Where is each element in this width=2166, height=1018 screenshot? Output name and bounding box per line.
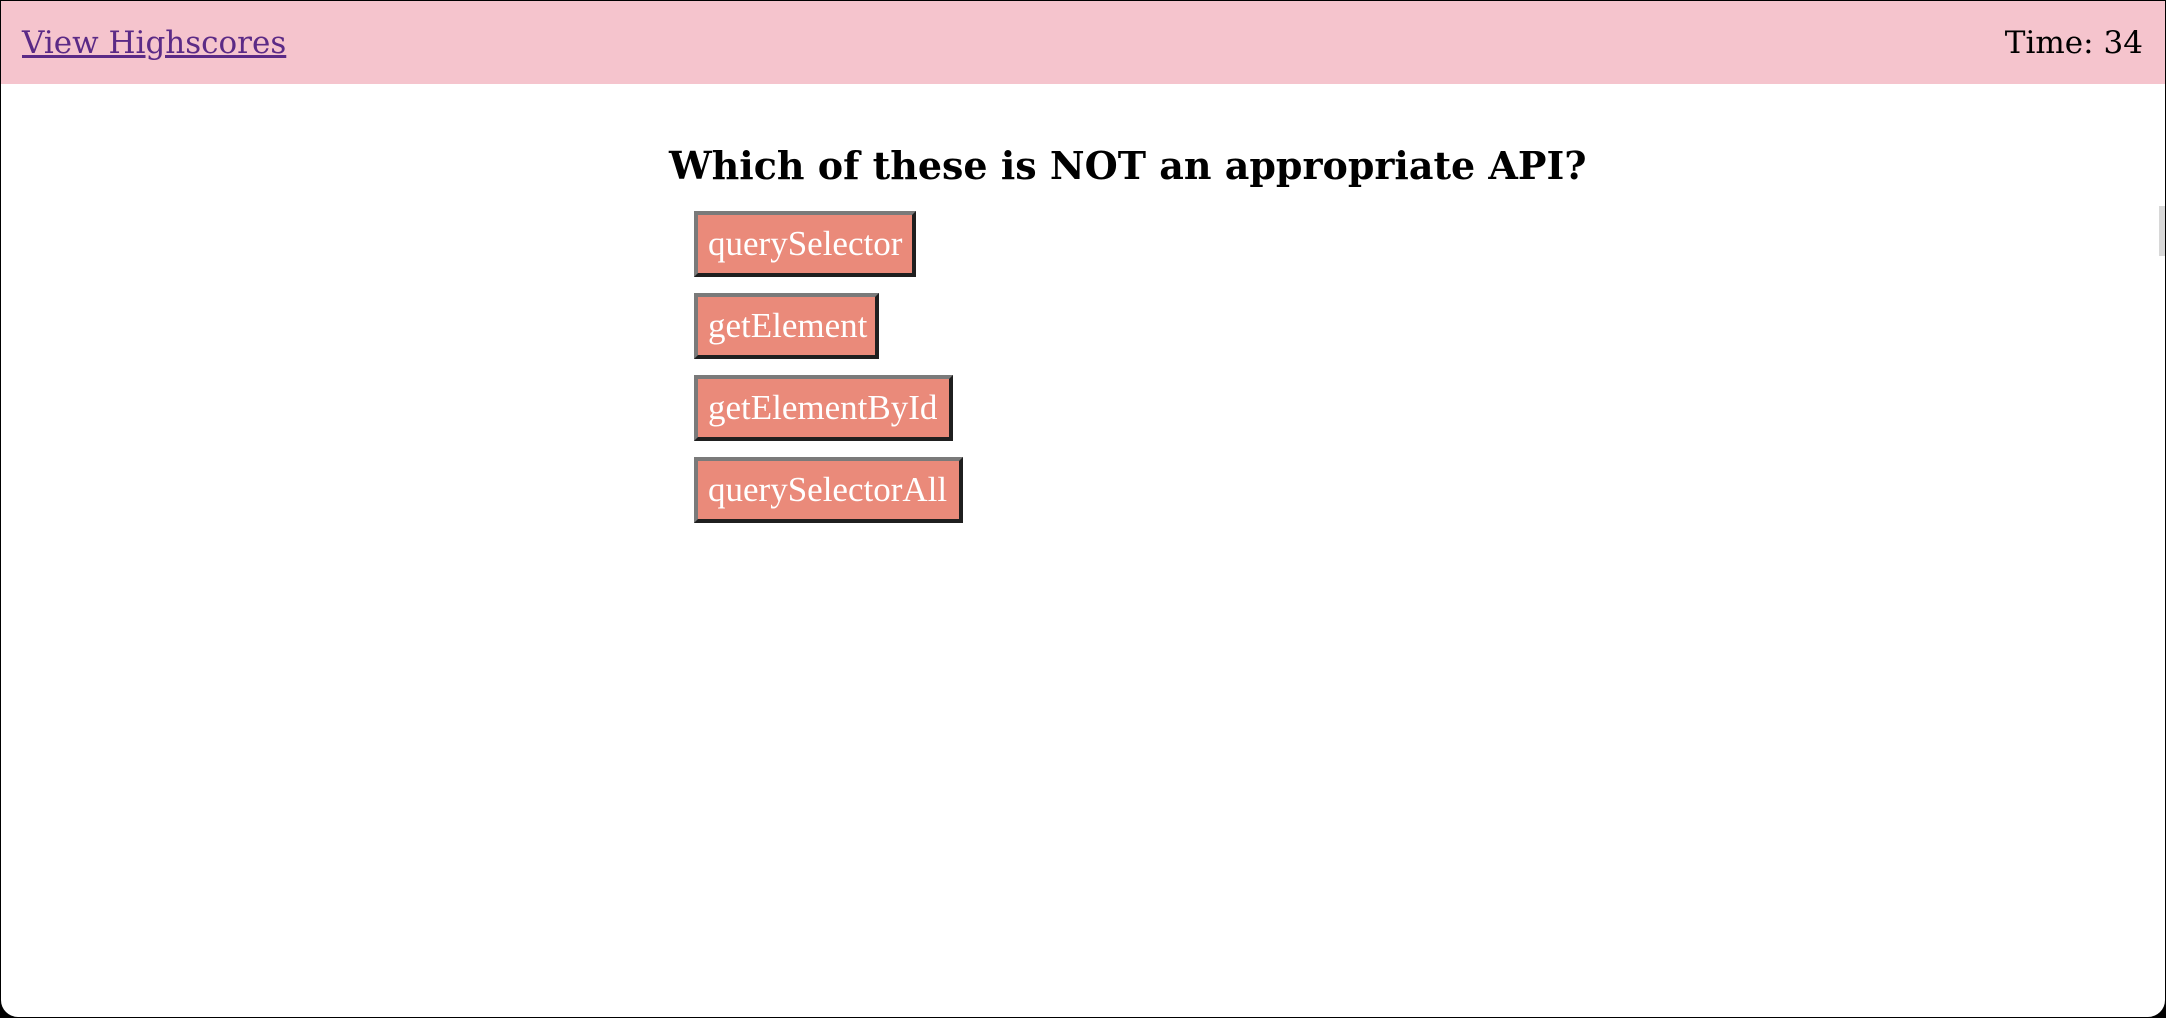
view-highscores-link[interactable]: View Highscores	[22, 23, 286, 63]
app-window: View Highscores Time: 34 Which of these i…	[0, 0, 2166, 1018]
header-bar: View Highscores Time: 34	[1, 1, 2165, 84]
choice-button-queryselector[interactable]: querySelector	[694, 211, 916, 277]
question-title: Which of these is NOT an appropriate API…	[669, 143, 1587, 188]
scrollbar-handle[interactable]	[2159, 206, 2165, 256]
choice-button-getelement[interactable]: getElement	[694, 293, 879, 359]
timer: Time: 34	[2005, 23, 2143, 63]
choice-button-queryselectorall[interactable]: querySelectorAll	[694, 457, 963, 523]
timer-label: Time:	[2004, 25, 2094, 61]
choice-button-getelementbyid[interactable]: getElementById	[694, 375, 953, 441]
timer-value: 34	[2103, 25, 2143, 61]
answer-choices: querySelector getElement getElementById …	[694, 211, 963, 539]
